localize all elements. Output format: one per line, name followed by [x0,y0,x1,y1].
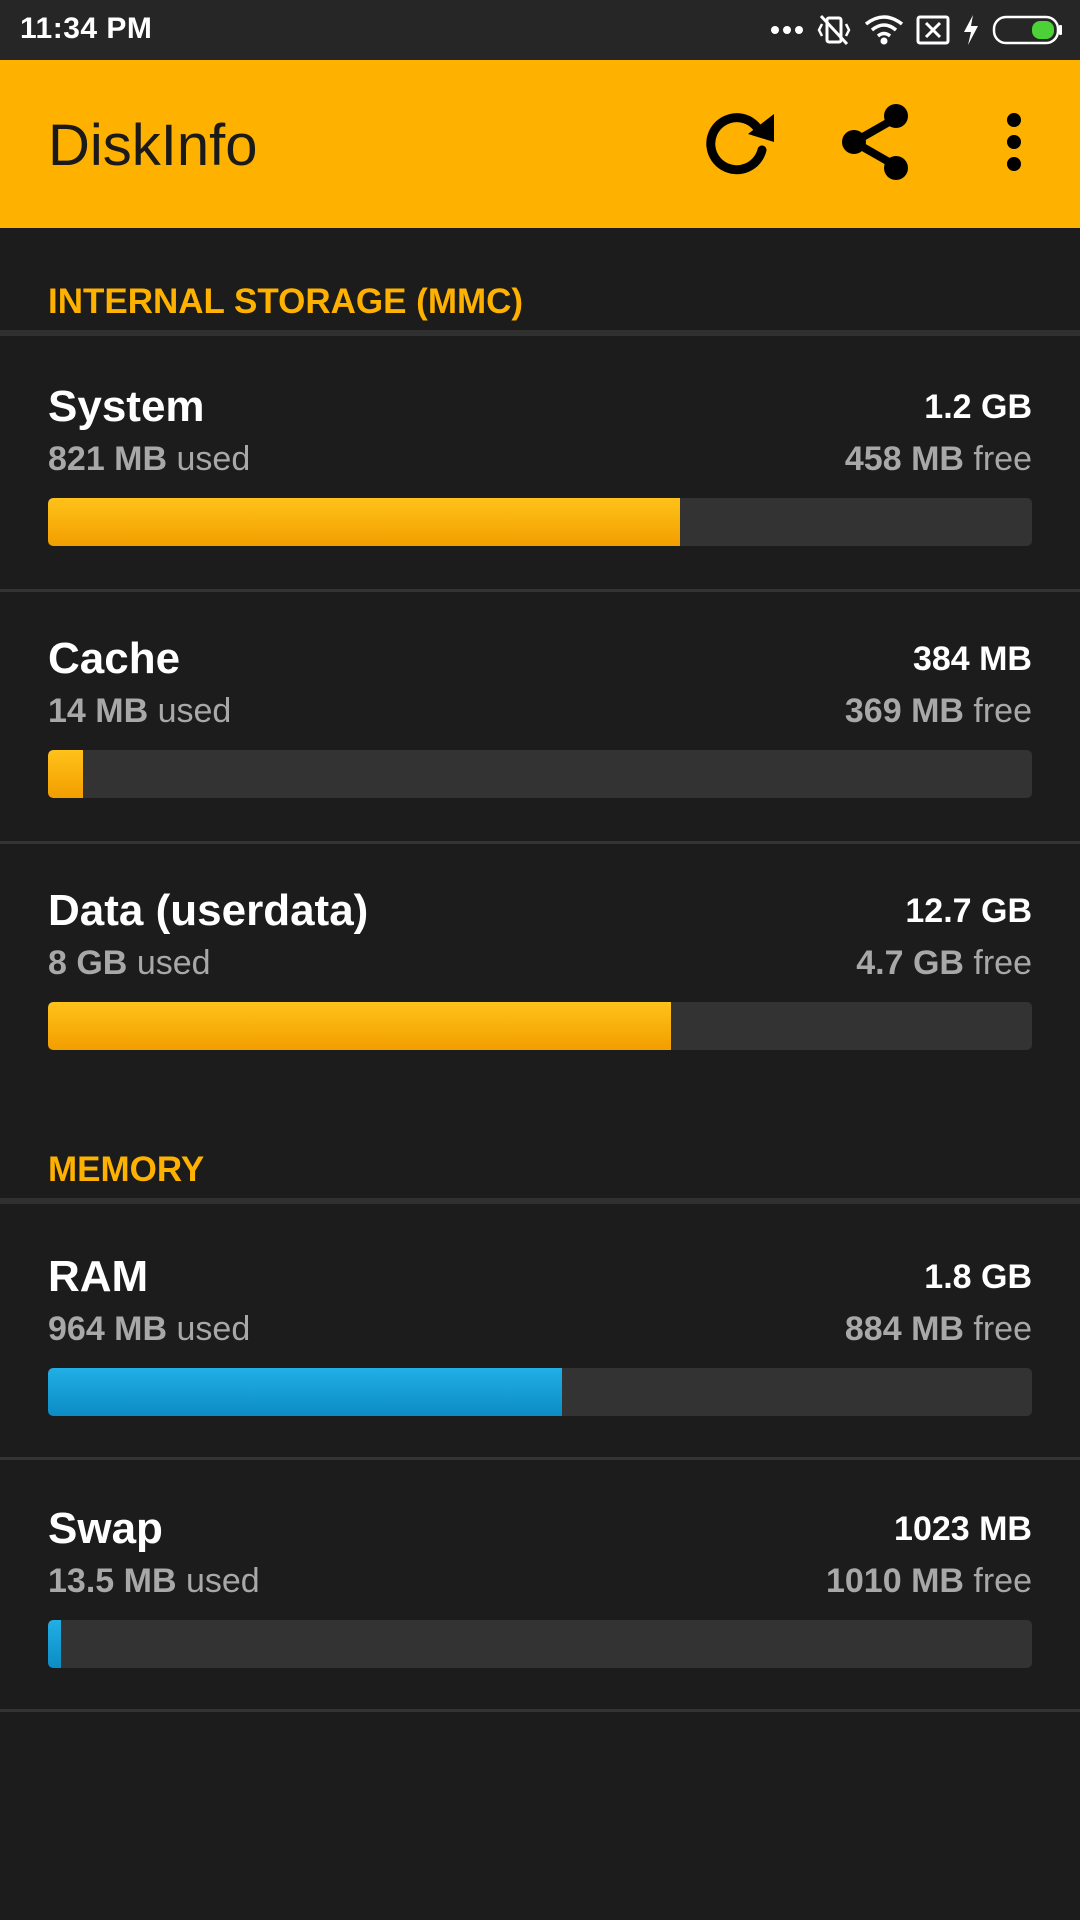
item-total: 12.7 GB [905,892,1032,930]
usage-bar-fill [48,1002,671,1050]
usage-bar-fill [48,750,84,798]
usage-bar-fill [48,1620,61,1668]
item-total: 1023 MB [894,1510,1032,1548]
item-used: 821 MB used [48,440,251,478]
item-free: 458 MB free [844,440,1032,478]
app-title: DiskInfo [48,113,258,178]
memory-item-ram[interactable]: RAM 1.8 GB 964 MB used 884 MB free [0,1252,1080,1492]
more-dots-icon [770,24,804,36]
item-free: 4.7 GB free [856,944,1032,982]
no-sim-icon [916,15,950,45]
section-divider [0,1198,1080,1204]
app-bar: DiskInfo [0,60,1080,228]
memory-item-swap[interactable]: Swap 1023 MB 13.5 MB used 1010 MB free [0,1504,1080,1744]
overflow-menu-button[interactable] [966,96,1062,192]
row-divider [0,1709,1080,1712]
item-total: 1.8 GB [924,1258,1032,1296]
row-divider [0,841,1080,844]
section-divider [0,330,1080,336]
usage-bar [48,498,1032,546]
section-header-internal-storage: INTERNAL STORAGE (MMC) [48,282,524,321]
status-bar: 11:34 PM [0,0,1080,60]
usage-bar-fill [48,1368,562,1416]
row-divider [0,1457,1080,1460]
charging-icon [962,14,980,46]
item-name: Data (userdata) [48,886,369,935]
usage-bar [48,1368,1032,1416]
refresh-icon [698,102,778,187]
storage-item-system[interactable]: System 1.2 GB 821 MB used 458 MB free [0,382,1080,622]
usage-bar [48,1620,1032,1668]
refresh-button[interactable] [690,96,786,192]
more-vert-icon [1004,112,1024,177]
section-header-memory: MEMORY [48,1150,205,1189]
item-total: 1.2 GB [924,388,1032,426]
item-used: 13.5 MB used [48,1562,260,1600]
item-total: 384 MB [912,640,1032,678]
item-used: 964 MB used [48,1310,251,1348]
item-name: Cache [48,634,181,683]
usage-bar-fill [48,498,680,546]
status-icons [770,12,1064,48]
share-icon [836,100,916,189]
storage-item-cache[interactable]: Cache 384 MB 14 MB used 369 MB free [0,634,1080,874]
item-free: 1010 MB free [825,1562,1032,1600]
usage-bar [48,1002,1032,1050]
item-free: 884 MB free [844,1310,1032,1348]
battery-icon [992,15,1064,45]
item-used: 14 MB used [48,692,232,730]
item-name: Swap [48,1504,163,1553]
item-name: RAM [48,1252,149,1301]
item-name: System [48,382,205,431]
item-free: 369 MB free [844,692,1032,730]
row-divider [0,589,1080,592]
share-button[interactable] [828,96,924,192]
storage-item-data[interactable]: Data (userdata) 12.7 GB 8 GB used 4.7 GB… [0,886,1080,1126]
item-used: 8 GB used [48,944,211,982]
status-time: 11:34 PM [20,12,153,45]
vibrate-off-icon [816,12,852,48]
usage-bar [48,750,1032,798]
wifi-icon [864,14,904,46]
